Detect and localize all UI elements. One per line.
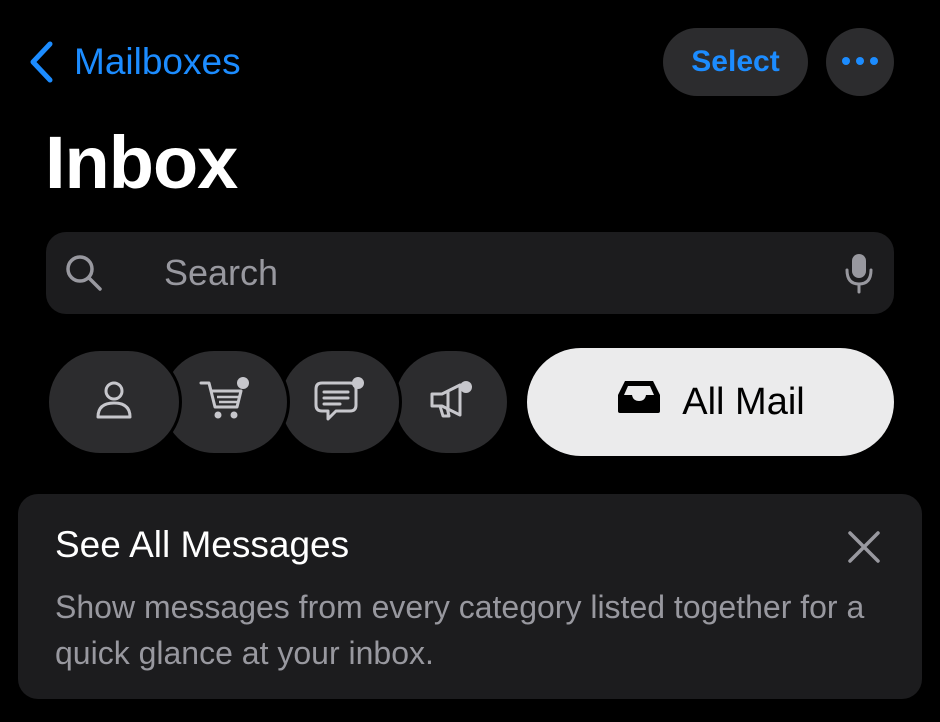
page-title: Inbox xyxy=(45,121,238,204)
person-icon xyxy=(94,379,134,426)
tab-updates[interactable] xyxy=(278,348,402,456)
microphone-icon[interactable] xyxy=(844,252,874,299)
tip-description: Show messages from every category listed… xyxy=(55,589,865,671)
select-button[interactable]: Select xyxy=(663,28,808,96)
close-icon xyxy=(846,531,882,569)
back-to-mailboxes-button[interactable]: Mailboxes xyxy=(28,36,241,88)
tab-primary[interactable] xyxy=(46,348,182,456)
tab-all-mail[interactable]: All Mail xyxy=(527,348,894,456)
tip-card: See All Messages Show messages from ever… xyxy=(18,494,922,699)
chevron-left-icon xyxy=(28,40,54,84)
tab-promotions[interactable] xyxy=(392,348,510,456)
inbox-tray-icon xyxy=(616,379,662,425)
close-tip-button[interactable] xyxy=(846,529,882,565)
megaphone-icon xyxy=(426,378,476,427)
chat-bubble-icon xyxy=(314,376,366,428)
search-placeholder: Search xyxy=(164,252,279,293)
back-label: Mailboxes xyxy=(74,41,241,82)
all-mail-label: All Mail xyxy=(682,380,805,423)
more-options-button[interactable] xyxy=(826,28,894,96)
shopping-cart-icon xyxy=(199,376,251,428)
tip-title: See All Messages xyxy=(55,524,350,565)
search-field[interactable]: Search xyxy=(46,232,894,314)
ellipsis-icon xyxy=(840,53,880,71)
mail-screen: Mailboxes Select Inbox Search All Mail S… xyxy=(0,0,940,722)
search-icon xyxy=(64,253,104,298)
